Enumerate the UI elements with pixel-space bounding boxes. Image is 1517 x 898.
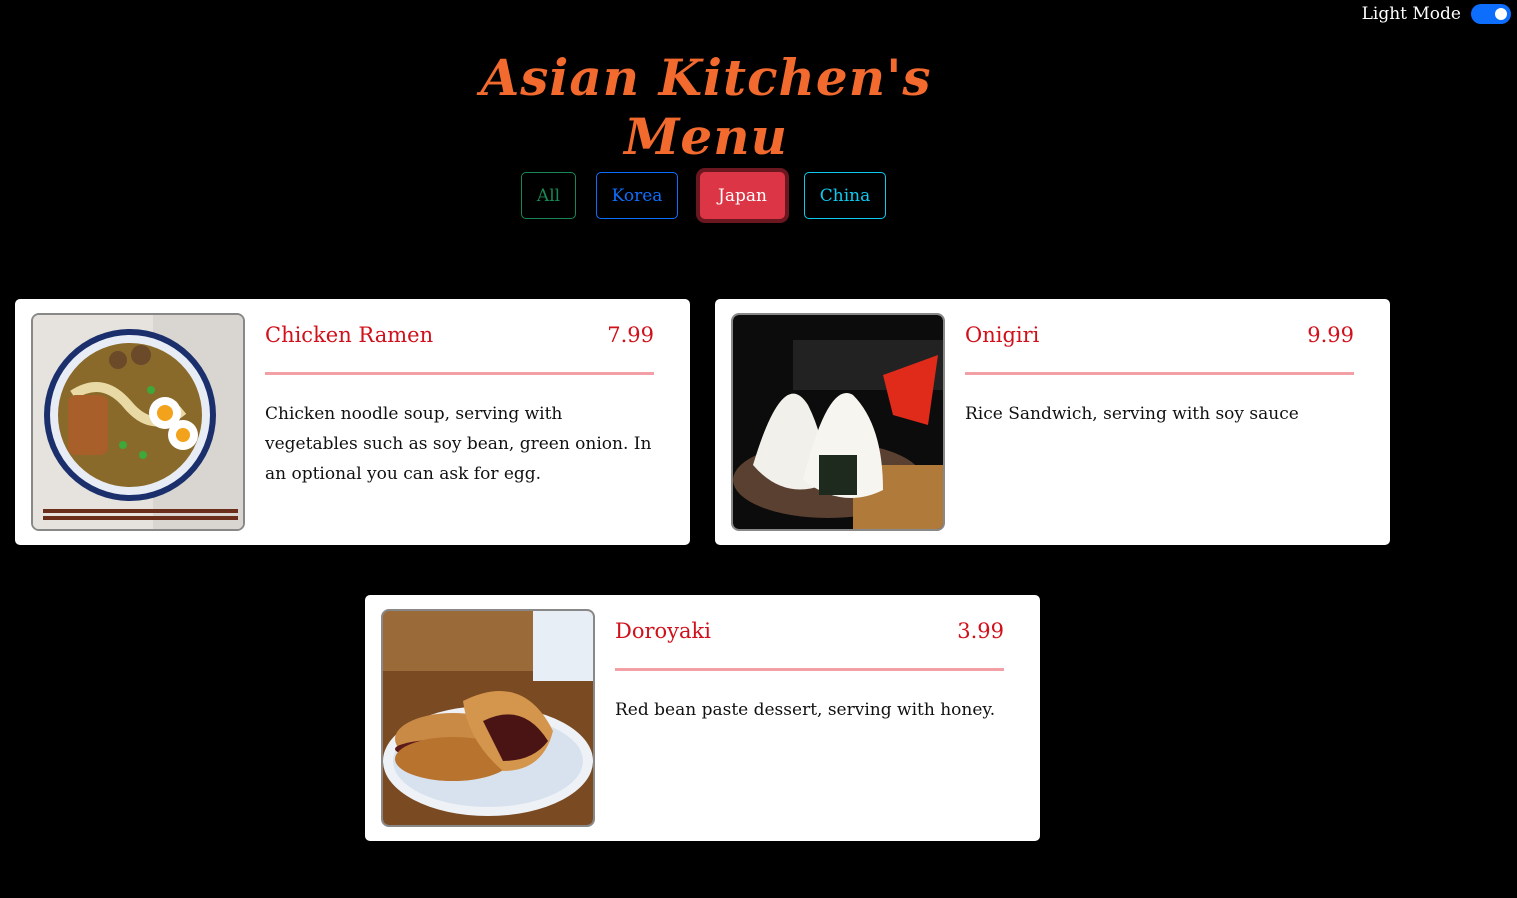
menu-card: Chicken Ramen 7.99 Chicken noodle soup, … bbox=[15, 299, 690, 545]
divider bbox=[965, 372, 1354, 375]
rice-balls-image bbox=[731, 313, 945, 531]
mode-toggle[interactable]: Light Mode bbox=[1362, 4, 1511, 24]
dish-name: Doroyaki bbox=[615, 619, 711, 643]
filter-bar: All Korea Japan China bbox=[517, 172, 886, 219]
dish-price: 7.99 bbox=[607, 323, 654, 347]
filter-china-button[interactable]: China bbox=[804, 172, 886, 219]
ramen-bowl-image bbox=[31, 313, 245, 531]
dish-name: Chicken Ramen bbox=[265, 323, 434, 347]
filter-all-button[interactable]: All bbox=[521, 172, 576, 219]
card-body: Onigiri 9.99 Rice Sandwich, serving with… bbox=[965, 313, 1354, 531]
card-head: Chicken Ramen 7.99 bbox=[265, 323, 654, 371]
dish-description: Chicken noodle soup, serving with vegeta… bbox=[265, 404, 652, 484]
pancake-dessert-image bbox=[381, 609, 595, 827]
menu-card: Doroyaki 3.99 Red bean paste dessert, se… bbox=[365, 595, 1040, 841]
mode-switch-knob bbox=[1495, 8, 1507, 20]
dish-price: 3.99 bbox=[957, 619, 1004, 643]
divider bbox=[615, 668, 1004, 671]
mode-toggle-label: Light Mode bbox=[1361, 4, 1461, 24]
dish-description: Rice Sandwich, serving with soy sauce bbox=[965, 404, 1299, 424]
divider bbox=[265, 372, 654, 375]
card-head: Doroyaki 3.99 bbox=[615, 619, 1004, 667]
dish-name: Onigiri bbox=[965, 323, 1040, 347]
mode-switch[interactable] bbox=[1471, 4, 1511, 24]
dish-description: Red bean paste dessert, serving with hon… bbox=[615, 700, 996, 720]
filter-japan-button[interactable]: Japan bbox=[700, 172, 785, 219]
dish-price: 9.99 bbox=[1307, 323, 1354, 347]
card-body: Doroyaki 3.99 Red bean paste dessert, se… bbox=[615, 609, 1004, 827]
filter-korea-button[interactable]: Korea bbox=[596, 172, 678, 219]
card-head: Onigiri 9.99 bbox=[965, 323, 1354, 371]
card-body: Chicken Ramen 7.99 Chicken noodle soup, … bbox=[265, 313, 654, 531]
menu-card: Onigiri 9.99 Rice Sandwich, serving with… bbox=[715, 299, 1390, 545]
page-title: Asian Kitchen's Menu bbox=[480, 48, 932, 166]
